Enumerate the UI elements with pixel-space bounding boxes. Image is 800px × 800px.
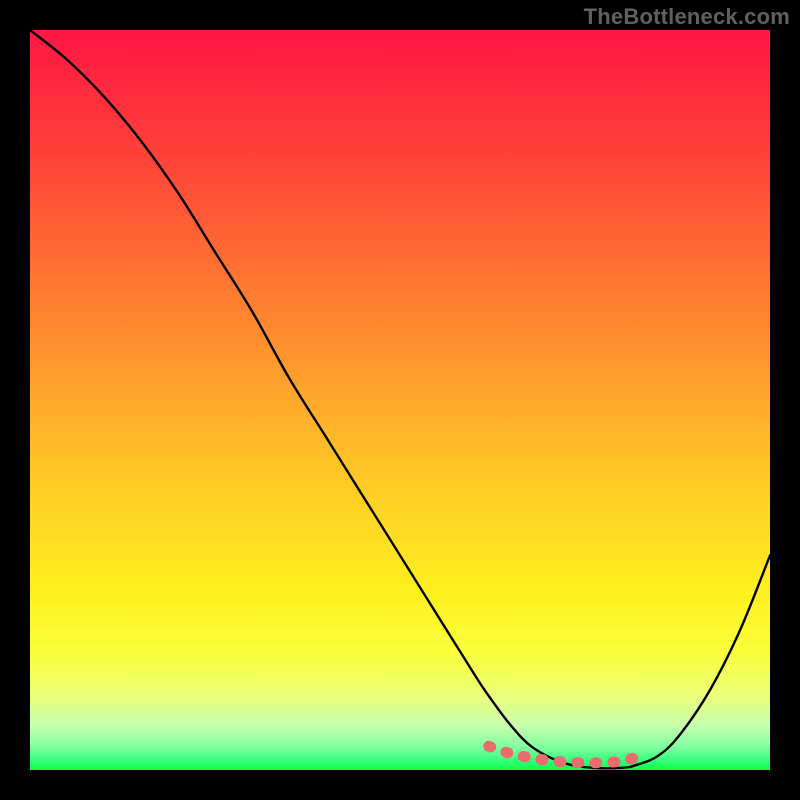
plot-area: [30, 30, 770, 770]
optimal-zone-marker-line: [489, 746, 644, 762]
chart-frame: TheBottleneck.com: [0, 0, 800, 800]
bottleneck-curve-line: [30, 30, 770, 768]
curve-svg: [30, 30, 770, 770]
watermark-text: TheBottleneck.com: [584, 4, 790, 30]
